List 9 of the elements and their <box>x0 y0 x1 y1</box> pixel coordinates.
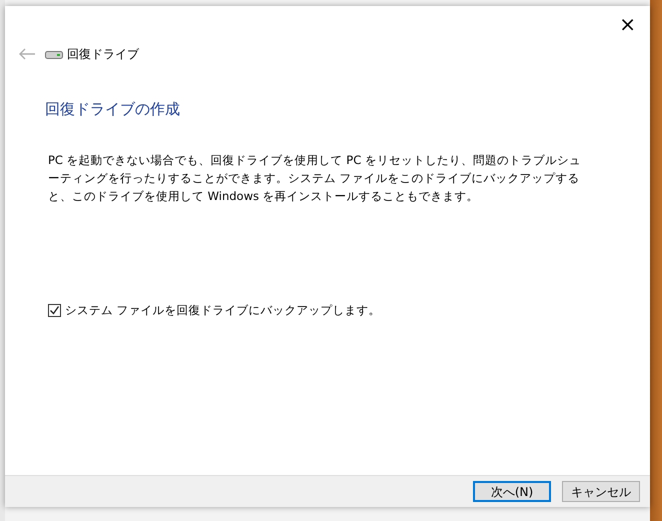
checkbox-label[interactable]: システム ファイルを回復ドライブにバックアップします。 <box>65 302 381 319</box>
next-button[interactable]: 次へ(N) <box>473 481 551 502</box>
close-button[interactable]: × <box>617 14 638 34</box>
description-text: PC を起動できない場合でも、回復ドライブを使用して PC をリセットしたり、問題のトラブルシューティングを行ったりすることができます。システム ファイルをこのドライブにバックアップすると、このドライブを使用して Windows を再インストールすることもできます。 <box>48 152 582 204</box>
drive-icon <box>45 49 63 59</box>
backup-checkbox[interactable] <box>48 304 61 317</box>
cancel-button[interactable]: キャンセル <box>562 481 640 502</box>
window-title: 回復ドライブ <box>67 46 139 63</box>
page-heading: 回復ドライブの作成 <box>45 99 181 120</box>
